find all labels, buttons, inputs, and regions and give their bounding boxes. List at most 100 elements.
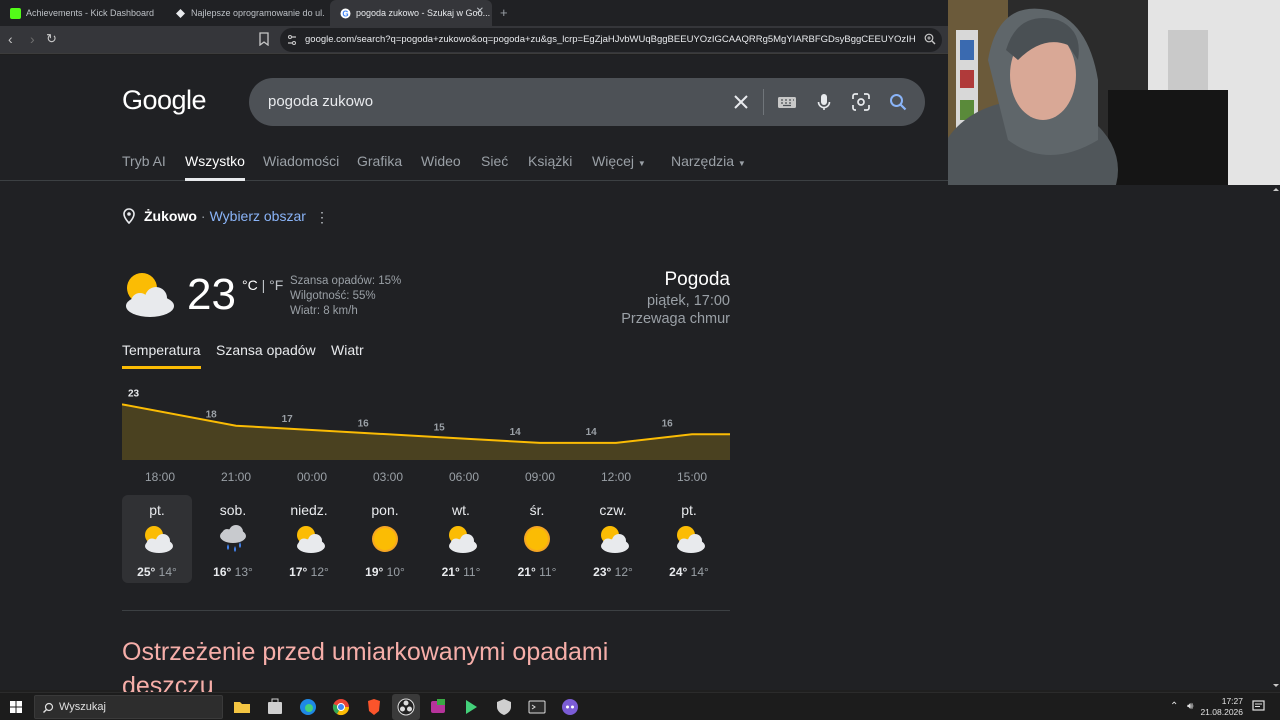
new-tab-button[interactable]: + (500, 5, 508, 20)
search-icon[interactable] (888, 92, 908, 112)
taskbar-search-box[interactable]: Wyszukaj (34, 695, 223, 719)
terminal-icon[interactable] (527, 697, 547, 717)
weather-condition: Przewaga chmur (621, 311, 730, 327)
google-logo[interactable]: Google (122, 85, 207, 116)
unit-separator: | (261, 277, 266, 293)
keyboard-icon[interactable] (777, 92, 797, 112)
edge-icon[interactable] (298, 697, 318, 717)
partly-cloudy-icon (297, 526, 325, 553)
brave-icon[interactable] (364, 697, 384, 717)
tab-title: Najlepsze oprogramowanie do ul... (191, 8, 325, 18)
back-arrow-icon[interactable]: ‹ (8, 31, 13, 47)
forecast-day[interactable]: niedz. 17° 12° (274, 495, 344, 583)
partly-cloudy-icon (126, 273, 174, 317)
tab-web[interactable]: Sieć (481, 153, 508, 181)
close-tab-icon[interactable]: ✕ (476, 6, 484, 17)
partly-cloudy-icon (677, 526, 705, 553)
forecast-day[interactable]: wt. 21° 11° (426, 495, 496, 583)
forecast-high: 17° (289, 565, 308, 579)
forecast-high: 23° (593, 565, 612, 579)
media-player-icon[interactable] (461, 697, 481, 717)
svg-text:G: G (342, 9, 348, 18)
forecast-day-name: wt. (452, 502, 470, 518)
xbox-game-bar-icon[interactable] (428, 697, 448, 717)
tab-news[interactable]: Wiadomości (263, 153, 339, 181)
forecast-day[interactable]: śr. 21° 11° (502, 495, 572, 583)
microphone-icon[interactable] (814, 92, 834, 112)
browser-tab-kick[interactable]: Achievements - Kick Dashboard (0, 0, 165, 26)
forecast-low: 14° (158, 565, 177, 579)
tab-temperature[interactable]: Temperatura (122, 342, 201, 369)
notification-icon[interactable] (1252, 700, 1265, 713)
forecast-low: 11° (463, 565, 481, 579)
search-box[interactable]: pogoda zukowo (249, 78, 925, 126)
tray-overflow-icon[interactable]: ⌃ (1170, 701, 1178, 712)
weather-title: Pogoda (664, 269, 730, 290)
temperature-chart: 23 18 17 16 15 14 14 16 (122, 388, 730, 460)
fahrenheit-toggle[interactable]: °F (269, 277, 283, 293)
obs-taskbar-button[interactable] (392, 694, 420, 720)
webcam-overlay (948, 0, 1280, 185)
volume-icon[interactable]: 🔊︎ (1187, 701, 1193, 712)
chrome-icon[interactable] (331, 697, 351, 717)
webcam-person-image (948, 0, 1280, 185)
tab-images[interactable]: Grafika (357, 153, 402, 181)
partly-cloudy-icon (145, 526, 173, 553)
temperature-label: 17 (282, 414, 294, 425)
scroll-down-icon[interactable] (1271, 680, 1280, 690)
forecast-high: 24° (669, 565, 688, 579)
humidity: Wilgotność: 55% (290, 290, 376, 302)
forecast-high: 25° (137, 565, 156, 579)
partly-cloudy-icon (601, 526, 629, 553)
google-lens-icon[interactable] (851, 92, 871, 112)
forward-arrow-icon[interactable]: › (30, 31, 35, 47)
tab-more[interactable]: Więcej ▼ (592, 153, 646, 181)
wind-speed: Wiatr: 8 km/h (290, 305, 358, 317)
address-bar[interactable]: google.com/search?q=pogoda+zukowo&oq=pog… (280, 28, 942, 52)
tab-precipitation[interactable]: Szansa opadów (216, 342, 316, 358)
hour-tick-label: 12:00 (600, 470, 632, 484)
more-options-icon[interactable]: ⋮ (315, 209, 329, 226)
file-explorer-icon[interactable] (232, 697, 252, 717)
browser-tab-google-weather[interactable]: G pogoda zukowo - Szukaj w Goo... ✕ (330, 0, 492, 26)
rain-cloud-icon (220, 525, 246, 552)
windows-start-icon[interactable] (10, 701, 22, 713)
scroll-up-icon[interactable] (1271, 185, 1280, 195)
clear-search-icon[interactable] (731, 92, 751, 112)
tab-videos[interactable]: Wideo (421, 153, 461, 181)
forecast-day-name: pt. (681, 502, 697, 518)
forecast-day[interactable]: pon. 19° 10° (350, 495, 420, 583)
store-icon[interactable] (265, 697, 285, 717)
forecast-day[interactable]: czw. 23° 12° (578, 495, 648, 583)
tab-books[interactable]: Książki (528, 153, 572, 181)
search-input[interactable]: pogoda zukowo (268, 93, 373, 110)
tab-all[interactable]: Wszystko (185, 153, 245, 181)
zoom-icon[interactable] (924, 33, 936, 45)
bookmark-icon[interactable] (258, 32, 270, 46)
forecast-day[interactable]: sob. 16° 13° (198, 495, 268, 583)
page-scrollbar[interactable] (1270, 185, 1280, 690)
forecast-temps: 16° 13° (198, 565, 268, 579)
tab-wind[interactable]: Wiatr (331, 342, 364, 358)
reload-icon[interactable]: ↻ (46, 31, 57, 47)
hour-tick-label: 00:00 (296, 470, 328, 484)
forecast-day[interactable]: pt. 24° 14° (654, 495, 724, 583)
tab-ai-mode[interactable]: Tryb AI (122, 153, 166, 181)
hour-tick-label: 06:00 (448, 470, 480, 484)
temperature-label: 16 (358, 418, 370, 429)
current-temperature: 23 (187, 270, 236, 319)
forecast-low: 11° (539, 565, 557, 579)
forecast-high: 19° (365, 565, 384, 579)
tab-tools[interactable]: Narzędzia ▼ (671, 153, 746, 181)
browser-tab-strip: Achievements - Kick Dashboard Najlepsze … (0, 0, 948, 26)
discord-icon[interactable] (560, 697, 580, 717)
browser-tab-software[interactable]: Najlepsze oprogramowanie do ul... (165, 0, 325, 26)
hour-tick-label: 09:00 (524, 470, 556, 484)
forecast-day[interactable]: pt. 25° 14° (122, 495, 192, 583)
celsius-toggle[interactable]: °C (242, 277, 258, 293)
taskbar-clock[interactable]: 17:27 21.08.2026 (1200, 696, 1243, 718)
choose-area-link[interactable]: Wybierz obszar (210, 208, 306, 224)
tab-more-label: Więcej (592, 153, 635, 169)
security-shield-icon[interactable] (494, 697, 514, 717)
site-info-icon[interactable] (287, 34, 297, 46)
